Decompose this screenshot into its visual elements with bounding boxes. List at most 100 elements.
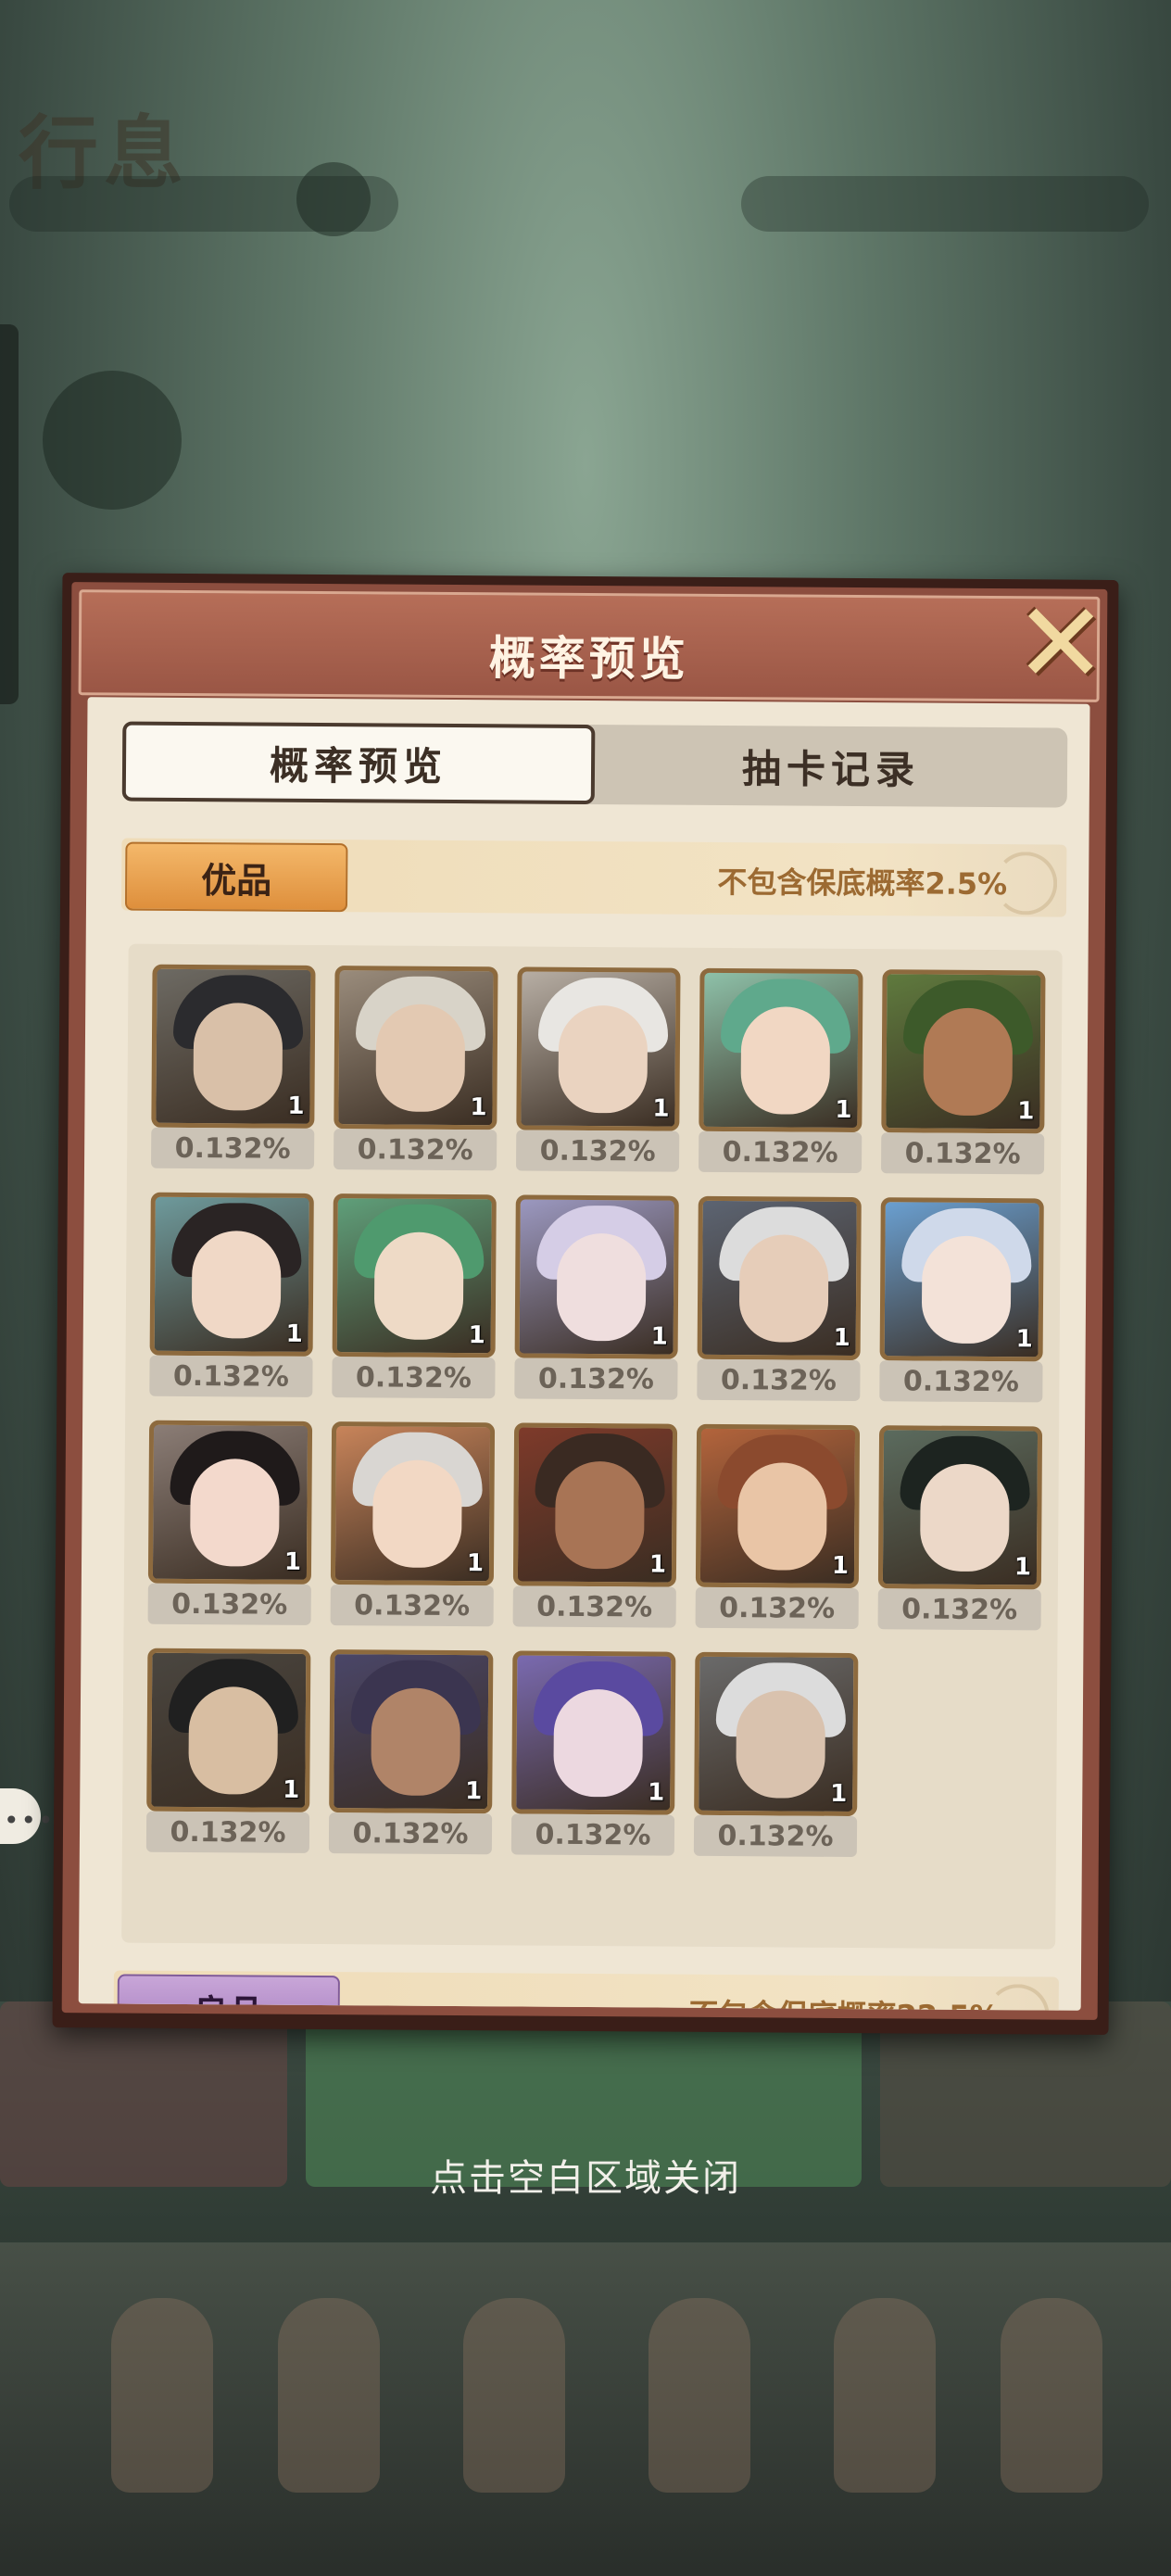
hero-rate: 0.132%: [698, 1130, 863, 1174]
hero-rate: 0.132%: [880, 1132, 1045, 1175]
dialog-title: 概率预览: [488, 631, 690, 687]
hero-face: [191, 1231, 282, 1339]
hero-rate: 0.132%: [512, 1585, 676, 1628]
hero-card: 1 0.132%: [149, 1192, 314, 1397]
hero-portrait[interactable]: 1: [694, 1651, 859, 1817]
dialog-header: 概率预览 ✕: [78, 579, 1108, 709]
hero-portrait[interactable]: 1: [514, 1194, 679, 1359]
hero-face: [190, 1458, 280, 1567]
hero-face: [923, 1007, 1014, 1117]
background-character: [648, 2298, 750, 2493]
background-button: [296, 162, 371, 236]
background-avatar: [43, 371, 182, 510]
hero-count: 1: [470, 1093, 487, 1122]
hero-portrait[interactable]: 1: [879, 1197, 1044, 1362]
hero-count: 1: [830, 1779, 848, 1808]
hero-count: 1: [648, 1550, 667, 1579]
hero-count: 1: [652, 1094, 670, 1123]
hero-face: [375, 1004, 466, 1113]
hero-portrait[interactable]: 1: [149, 1192, 314, 1357]
hero-count: 1: [283, 1775, 300, 1804]
hero-card: 1 0.132%: [512, 1422, 678, 1628]
hero-rate: 0.132%: [697, 1358, 861, 1402]
hero-portrait[interactable]: 1: [330, 1421, 496, 1586]
background-character: [111, 2298, 213, 2493]
hero-rate: 0.132%: [149, 1355, 313, 1397]
hero-card: 1 0.132%: [151, 964, 316, 1169]
hero-portrait[interactable]: 1: [334, 966, 498, 1130]
hero-rate: 0.132%: [328, 1812, 493, 1855]
section-header-excellent: 优品 不包含保底概率2.5%: [120, 838, 1067, 917]
hero-rate: 0.132%: [877, 1588, 1041, 1631]
dialog-frame: 概率预览 ✕ 概率预览 抽卡记录 优品 不包含保底概率2.5% 1 0.132% 1…: [61, 579, 1108, 2020]
hero-portrait[interactable]: 1: [697, 1195, 862, 1361]
hero-card: 1 0.132%: [693, 1651, 859, 1858]
hero-face: [372, 1459, 462, 1569]
hero-count: 1: [650, 1322, 668, 1351]
hero-rate: 0.132%: [147, 1583, 311, 1625]
tab-bar: 概率预览 抽卡记录: [121, 721, 1068, 808]
background-character: [463, 2298, 565, 2493]
hero-rate: 0.132%: [514, 1357, 678, 1400]
background-character: [834, 2298, 936, 2493]
hero-portrait[interactable]: 1: [146, 1648, 311, 1812]
hero-count: 1: [835, 1095, 852, 1125]
hero-portrait[interactable]: 1: [881, 969, 1046, 1134]
hero-count: 1: [287, 1092, 305, 1120]
hero-card: 1 0.132%: [332, 1193, 497, 1399]
swirl-ornament-icon: [986, 1984, 1050, 2011]
background-side-strip: [0, 324, 19, 704]
hero-count: 1: [468, 1321, 485, 1350]
tap-blank-to-close-hint: 点击空白区域关闭: [430, 2157, 741, 2200]
hero-portrait[interactable]: 1: [877, 1425, 1043, 1590]
hero-rate: 0.132%: [516, 1130, 680, 1172]
hero-portrait[interactable]: 1: [695, 1423, 861, 1589]
hero-face: [921, 1235, 1012, 1345]
hero-portrait[interactable]: 1: [699, 967, 863, 1133]
hero-card: 1 0.132%: [698, 967, 863, 1174]
hero-portrait[interactable]: 1: [512, 1422, 678, 1587]
tab-draw-history[interactable]: 抽卡记录: [595, 725, 1068, 808]
hero-face: [188, 1686, 279, 1795]
hero-rate: 0.132%: [695, 1586, 859, 1630]
background-pill: [741, 176, 1149, 232]
hero-card: 1 0.132%: [516, 966, 681, 1172]
probability-dialog: 概率预览 ✕ 概率预览 抽卡记录 优品 不包含保底概率2.5% 1 0.132% 1…: [52, 573, 1119, 2035]
hero-rate: 0.132%: [334, 1129, 497, 1171]
tab-probability-preview[interactable]: 概率预览: [121, 721, 596, 805]
hero-count: 1: [465, 1777, 483, 1806]
hero-card: 1 0.132%: [334, 966, 498, 1171]
hero-face: [193, 1003, 283, 1111]
close-x-icon[interactable]: ✕: [1006, 579, 1116, 709]
hero-grid-excellent: 1 0.132% 1 0.132% 1 0.132% 1 0.132% 1 0.132% 1 0.13…: [121, 943, 1063, 1950]
hero-rate: 0.132%: [145, 1811, 310, 1853]
hero-face: [738, 1234, 829, 1343]
hero-portrait[interactable]: 1: [332, 1193, 497, 1358]
background-character: [278, 2298, 380, 2493]
section-header-good: 良品 不包含保底概率22.5%: [113, 1970, 1059, 2011]
hero-face: [740, 1006, 831, 1115]
hero-card: 1 0.132%: [880, 969, 1046, 1175]
hero-face: [556, 1232, 647, 1342]
swirl-ornament-icon: [993, 852, 1058, 915]
hero-count: 1: [466, 1549, 485, 1578]
hero-portrait[interactable]: 1: [511, 1650, 676, 1815]
grade-tag-excellent: 优品: [124, 841, 348, 913]
hero-card: 1 0.132%: [877, 1425, 1043, 1631]
hero-portrait[interactable]: 1: [516, 966, 681, 1131]
hero-portrait[interactable]: 1: [329, 1649, 494, 1814]
hero-face: [736, 1690, 826, 1799]
hero-rate: 0.132%: [330, 1585, 494, 1627]
hero-card: 1 0.132%: [695, 1423, 861, 1630]
hero-portrait[interactable]: 1: [147, 1420, 313, 1585]
hero-card: 1 0.132%: [879, 1197, 1044, 1403]
hero-portrait[interactable]: 1: [151, 964, 316, 1129]
hero-card: 1 0.132%: [510, 1650, 676, 1856]
hero-count: 1: [283, 1547, 302, 1576]
hero-count: 1: [833, 1323, 850, 1352]
dialog-content: 概率预览 抽卡记录 优品 不包含保底概率2.5% 1 0.132% 1 0.132% 1…: [78, 697, 1090, 2011]
hero-count: 1: [1015, 1325, 1033, 1354]
hero-rate: 0.132%: [693, 1814, 858, 1858]
hero-face: [558, 1004, 648, 1114]
grade-tag-good: 良品: [117, 1974, 340, 2011]
